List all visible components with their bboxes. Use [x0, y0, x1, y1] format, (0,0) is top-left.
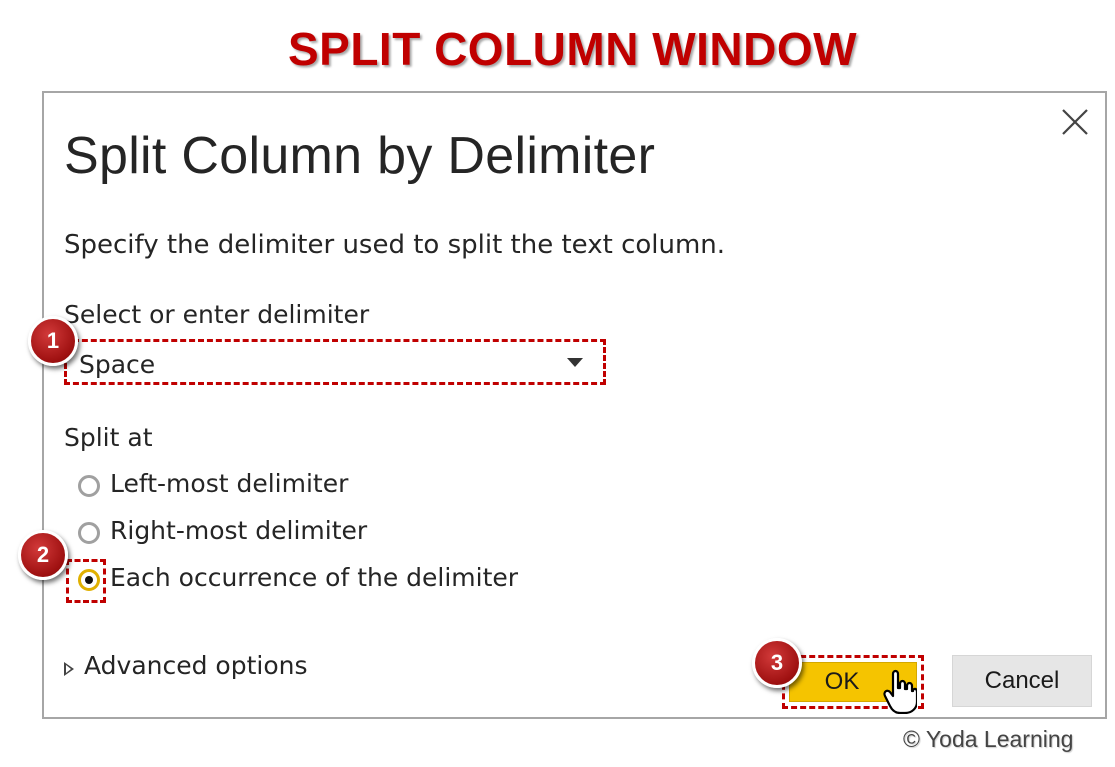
- split-at-label: Split at: [64, 423, 153, 452]
- radio-label: Left-most delimiter: [110, 469, 349, 498]
- copyright-credit: © Yoda Learning: [903, 726, 1074, 752]
- advanced-options-label: Advanced options: [84, 651, 308, 680]
- ok-highlight-box: OK: [782, 655, 924, 714]
- radio-circle-icon: [78, 475, 100, 497]
- dialog-title: Split Column by Delimiter: [64, 127, 656, 185]
- delimiter-label: Select or enter delimiter: [64, 300, 370, 329]
- radio-label: Right-most delimiter: [110, 516, 368, 545]
- close-button[interactable]: [1056, 103, 1094, 141]
- triangle-right-icon: [64, 662, 74, 676]
- delimiter-select[interactable]: Space: [64, 339, 606, 385]
- delimiter-selected-value: Space: [79, 350, 156, 379]
- dialog-description: Specify the delimiter used to split the …: [64, 230, 726, 260]
- step-badge-1: 1: [28, 316, 78, 366]
- step-badge-3: 3: [752, 638, 802, 688]
- step-badge-2: 2: [18, 530, 68, 580]
- close-icon: [1062, 109, 1088, 135]
- radio-circle-icon: [78, 522, 100, 544]
- chevron-down-icon: [567, 358, 583, 367]
- radio-highlight-box: [66, 559, 106, 603]
- hand-cursor-icon: [883, 669, 917, 714]
- banner-title: SPLIT COLUMN WINDOW: [287, 23, 858, 75]
- cancel-button[interactable]: Cancel: [952, 655, 1092, 707]
- split-column-dialog: Split Column by Delimiter Specify the de…: [42, 91, 1107, 719]
- radio-label: Each occurrence of the delimiter: [110, 563, 519, 592]
